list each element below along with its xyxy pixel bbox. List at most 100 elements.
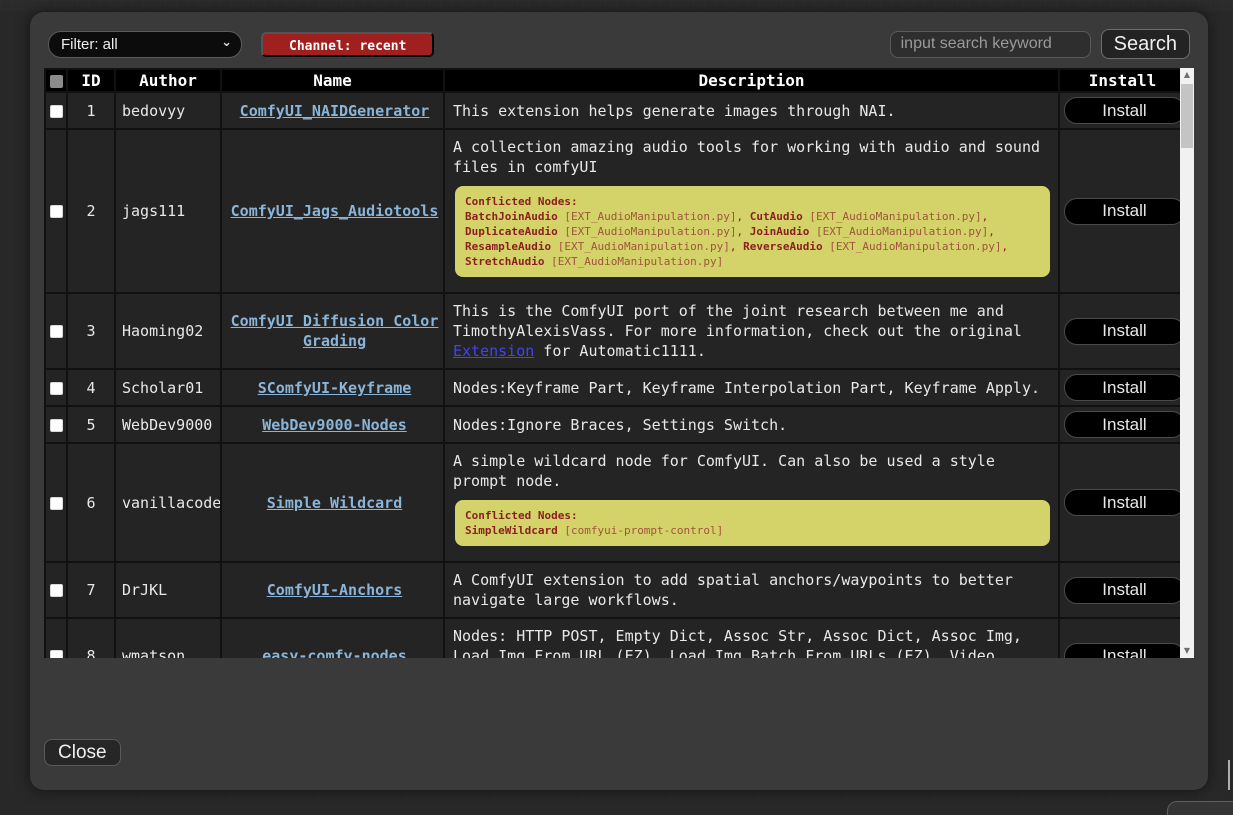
description-text: A collection amazing audio tools for wor…: [453, 138, 1040, 176]
conflict-node-name: DuplicateAudio: [465, 225, 558, 238]
row-description: A simple wildcard node for ComfyUI. Can …: [444, 443, 1059, 562]
background-scrollbar-fragment: [1228, 760, 1230, 790]
install-button[interactable]: Install: [1064, 489, 1180, 516]
row-select-checkbox[interactable]: [50, 105, 63, 118]
scrollbar-thumb[interactable]: [1181, 84, 1193, 148]
row-author: Haoming02: [115, 293, 221, 369]
row-description: Nodes:Keyframe Part, Keyframe Interpolat…: [444, 369, 1059, 406]
row-description: This is the ComfyUI port of the joint re…: [444, 293, 1059, 369]
extension-name-link[interactable]: ComfyUI_Jags_Audiotools: [231, 202, 439, 220]
row-id: 7: [67, 562, 115, 618]
conflict-node-source: [EXT_AudioManipulation.py]: [803, 210, 982, 223]
row-select-checkbox[interactable]: [50, 419, 63, 432]
table-row: 4Scholar01SComfyUI-KeyframeNodes:Keyfram…: [45, 369, 1180, 406]
custom-nodes-table: ID Author Name Description Install 1bedo…: [44, 68, 1180, 658]
row-select-checkbox[interactable]: [50, 382, 63, 395]
row-install-cell: Install: [1059, 293, 1180, 369]
row-select-checkbox[interactable]: [50, 584, 63, 597]
table-row: 5WebDev9000WebDev9000-NodesNodes:Ignore …: [45, 406, 1180, 443]
conflicted-nodes-title: Conflicted Nodes:: [465, 508, 1040, 523]
description-external-link[interactable]: Extension: [453, 342, 534, 360]
select-all-checkbox[interactable]: [50, 75, 63, 88]
conflict-node-source: [EXT_AudioManipulation.py]: [809, 225, 988, 238]
row-author: Scholar01: [115, 369, 221, 406]
table-zone: ID Author Name Description Install 1bedo…: [44, 68, 1194, 658]
row-install-cell: Install: [1059, 92, 1180, 129]
description-text: A simple wildcard node for ComfyUI. Can …: [453, 452, 995, 490]
row-description: Nodes: HTTP POST, Empty Dict, Assoc Str,…: [444, 618, 1059, 658]
row-select-checkbox[interactable]: [50, 325, 63, 338]
header-install: Install: [1059, 69, 1180, 92]
row-author: wmatson: [115, 618, 221, 658]
conflict-node-source: [comfyui-prompt-control]: [558, 524, 724, 537]
conflict-node-source: [EXT_AudioManipulation.py]: [551, 240, 730, 253]
row-description: A ComfyUI extension to add spatial ancho…: [444, 562, 1059, 618]
row-select-checkbox[interactable]: [50, 205, 63, 218]
scrollbar-down-arrow-icon[interactable]: ▼: [1180, 644, 1194, 658]
row-name-cell: SComfyUI-Keyframe: [221, 369, 444, 406]
row-description: A collection amazing audio tools for wor…: [444, 129, 1059, 293]
row-install-cell: Install: [1059, 562, 1180, 618]
description-text: This extension helps generate images thr…: [453, 102, 896, 120]
filter-select[interactable]: Filter: all: [48, 31, 242, 58]
table-scrollbar[interactable]: ▲ ▼: [1180, 68, 1194, 658]
table-row: 2jags111ComfyUI_Jags_AudiotoolsA collect…: [45, 129, 1180, 293]
table-row: 6vanillacode⋯Simple WildcardA simple wil…: [45, 443, 1180, 562]
table-row: 7DrJKL ComfyUI-Anchors A ComfyUI extension…: [45, 562, 1180, 618]
row-select-cell: [45, 443, 67, 562]
table-header-row: ID Author Name Description Install: [45, 69, 1180, 92]
row-select-checkbox[interactable]: [50, 497, 63, 510]
row-author: bedovyy: [115, 92, 221, 129]
row-id: 3: [67, 293, 115, 369]
install-button[interactable]: Install: [1064, 97, 1180, 124]
extension-name-link[interactable]: SComfyUI-Keyframe: [258, 379, 412, 397]
row-select-checkbox[interactable]: [50, 650, 63, 658]
install-button[interactable]: Install: [1064, 643, 1180, 659]
conflict-node-name: JoinAudio: [750, 225, 810, 238]
conflict-node-source: [EXT_AudioManipulation.py]: [823, 240, 1002, 253]
background-panel-corner: [1167, 801, 1233, 815]
row-id: 2: [67, 129, 115, 293]
extension-name-link[interactable]: WebDev9000-Nodes: [262, 416, 407, 434]
search-input[interactable]: [890, 31, 1091, 58]
row-name-cell: ComfyUI Diffusion Color Grading: [221, 293, 444, 369]
extension-name-link[interactable]: ComfyUI_NAIDGenerator: [240, 102, 430, 120]
row-author: DrJKL: [115, 562, 221, 618]
extension-name-link[interactable]: easy-comfy-nodes: [262, 647, 407, 658]
close-button[interactable]: Close: [44, 739, 121, 766]
install-button[interactable]: Install: [1064, 318, 1180, 345]
row-name-cell: Simple Wildcard: [221, 443, 444, 562]
row-select-cell: [45, 618, 67, 658]
channel-badge[interactable]: Channel: recent: [261, 32, 434, 57]
row-id: 5: [67, 406, 115, 443]
table-row: 8wmatson easy-comfy-nodes Nodes: HTTP POST…: [45, 618, 1180, 658]
scrollbar-up-arrow-icon[interactable]: ▲: [1180, 68, 1194, 82]
extension-name-link[interactable]: ComfyUI Diffusion Color Grading: [231, 312, 439, 350]
install-button[interactable]: Install: [1064, 198, 1180, 225]
install-button[interactable]: Install: [1064, 374, 1180, 401]
row-name-cell: easy-comfy-nodes: [221, 618, 444, 658]
row-name-cell: WebDev9000-Nodes: [221, 406, 444, 443]
install-button[interactable]: Install: [1064, 411, 1180, 438]
conflict-node-name: BatchJoinAudio: [465, 210, 558, 223]
conflict-node-source: [EXT_AudioManipulation.py]: [544, 255, 723, 268]
header-select-all-cell: [45, 69, 67, 92]
description-text: A ComfyUI extension to add spatial ancho…: [453, 571, 1013, 609]
row-install-cell: Install: [1059, 406, 1180, 443]
conflict-node-name: ReverseAudio: [743, 240, 822, 253]
row-name-cell: ComfyUI_Jags_Audiotools: [221, 129, 444, 293]
row-id: 8: [67, 618, 115, 658]
description-text: for Automatic1111.: [534, 342, 706, 360]
row-select-cell: [45, 562, 67, 618]
row-name-cell: ComfyUI-Anchors: [221, 562, 444, 618]
description-text: Nodes:Keyframe Part, Keyframe Interpolat…: [453, 379, 1040, 397]
conflict-node-name: CutAudio: [750, 210, 803, 223]
row-select-cell: [45, 369, 67, 406]
install-button[interactable]: Install: [1064, 577, 1180, 604]
extension-name-link[interactable]: ComfyUI-Anchors: [267, 581, 402, 599]
extension-name-link[interactable]: Simple Wildcard: [267, 494, 402, 512]
row-name-cell: ComfyUI_NAIDGenerator: [221, 92, 444, 129]
search-button[interactable]: Search: [1101, 29, 1190, 59]
conflicted-nodes-warning: Conflicted Nodes:SimpleWildcard [comfyui…: [455, 500, 1050, 546]
conflict-node-source: [EXT_AudioManipulation.py]: [558, 210, 737, 223]
